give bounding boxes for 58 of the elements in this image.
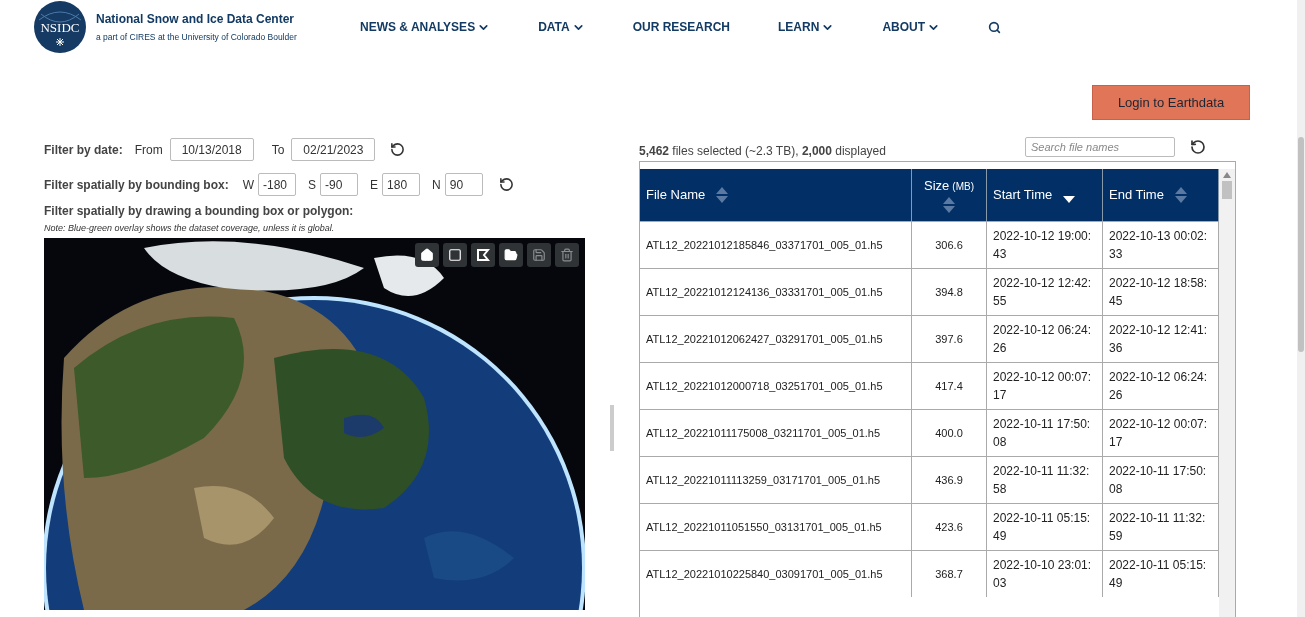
nav-link[interactable]: OUR RESEARCH <box>632 18 731 36</box>
table-cell: ATL12_20221012185846_03371701_005_01.h5 <box>640 222 912 268</box>
coordinate-field[interactable]: 180 <box>382 173 421 196</box>
file-summary: 5,462 files selected (~2.3 TB), 2,000 displayed <box>639 143 886 160</box>
nav-link[interactable]: DATA <box>538 18 585 36</box>
coordinate-field[interactable]: -180 <box>258 173 296 196</box>
column-header[interactable]: Size (MB) <box>912 169 987 221</box>
site-subtitle: a part of CIRES at the University of Colorado Boulder <box>96 31 298 44</box>
table-cell: 400.0 <box>912 410 987 456</box>
nav-link[interactable]: ABOUT <box>882 18 941 36</box>
table-cell: ATL12_20221012000718_03251701_005_01.h5 <box>640 363 912 409</box>
coordinate-label: W <box>242 176 254 194</box>
table-cell: 2022-10-11 05:15:49 <box>987 504 1103 550</box>
column-title: File Name <box>646 186 706 205</box>
column-title: Start Time <box>993 186 1053 205</box>
column-header[interactable]: Start Time <box>987 169 1103 221</box>
table-cell: ATL12_20221012124136_03331701_005_01.h5 <box>640 269 912 315</box>
coordinate-field[interactable]: -90 <box>320 173 359 196</box>
from-label: From <box>134 141 163 159</box>
coordinate-label: E <box>370 176 379 194</box>
table-cell: 2022-10-12 00:07:17 <box>987 363 1103 409</box>
nav-link[interactable]: LEARN <box>778 18 835 36</box>
filter-label: Filter spatially by drawing a bounding box or polygon: <box>44 203 355 220</box>
table-cell: ATL12_20221011175008_03211701_005_01.h5 <box>640 410 912 456</box>
site-title[interactable]: National Snow and Ice Data Center <box>96 10 326 29</box>
table-cell: 397.6 <box>912 316 987 362</box>
date-field[interactable]: 10/13/2018 <box>169 138 254 161</box>
logo[interactable]: NSIDC <box>33 0 87 54</box>
coordinate-label: S <box>308 176 317 194</box>
table-cell: 394.8 <box>912 269 987 315</box>
login-button[interactable]: Login to Earthdata <box>1092 85 1250 120</box>
table-cell: 2022-10-12 19:00:43 <box>987 222 1103 268</box>
date-field[interactable]: 02/21/2023 <box>291 138 376 161</box>
table-cell: 306.6 <box>912 222 987 268</box>
table-cell: 2022-10-12 06:24:26 <box>987 316 1103 362</box>
table-cell: 2022-10-10 23:01:03 <box>987 551 1103 597</box>
table-cell: 2022-10-11 17:50:08 <box>987 410 1103 456</box>
coverage-note: Note: Blue-green overlay shows the dataset coverage, unless it is global. <box>44 222 336 235</box>
table-cell: 2022-10-11 11:32:58 <box>987 457 1103 503</box>
table-cell: 436.9 <box>912 457 987 503</box>
table-cell: ATL12_20221011113259_03171701_005_01.h5 <box>640 457 912 503</box>
to-label: To <box>271 141 285 159</box>
table-cell: ATL12_20221012062427_03291701_005_01.h5 <box>640 316 912 362</box>
nav-link[interactable]: NEWS & ANALYSES <box>360 18 491 36</box>
coordinate-field[interactable]: 90 <box>444 173 483 196</box>
column-title: Size (MB) <box>924 177 974 196</box>
table-cell: ATL12_20221011051550_03131701_005_01.h5 <box>640 504 912 550</box>
table-cell: ATL12_20221010225840_03091701_005_01.h5 <box>640 551 912 597</box>
filter-label: Filter by date: <box>44 141 123 159</box>
table-cell: 2022-10-12 12:42:55 <box>987 269 1103 315</box>
coordinate-label: N <box>432 176 441 194</box>
table-cell: 368.7 <box>912 551 987 597</box>
table-cell: 423.6 <box>912 504 987 550</box>
column-header[interactable]: File Name <box>640 169 912 221</box>
search-field[interactable]: Search file names <box>1025 137 1175 157</box>
filter-label: Filter spatially by bounding box: <box>44 176 229 194</box>
table-cell: 417.4 <box>912 363 987 409</box>
column-title: End Time <box>1109 186 1164 205</box>
